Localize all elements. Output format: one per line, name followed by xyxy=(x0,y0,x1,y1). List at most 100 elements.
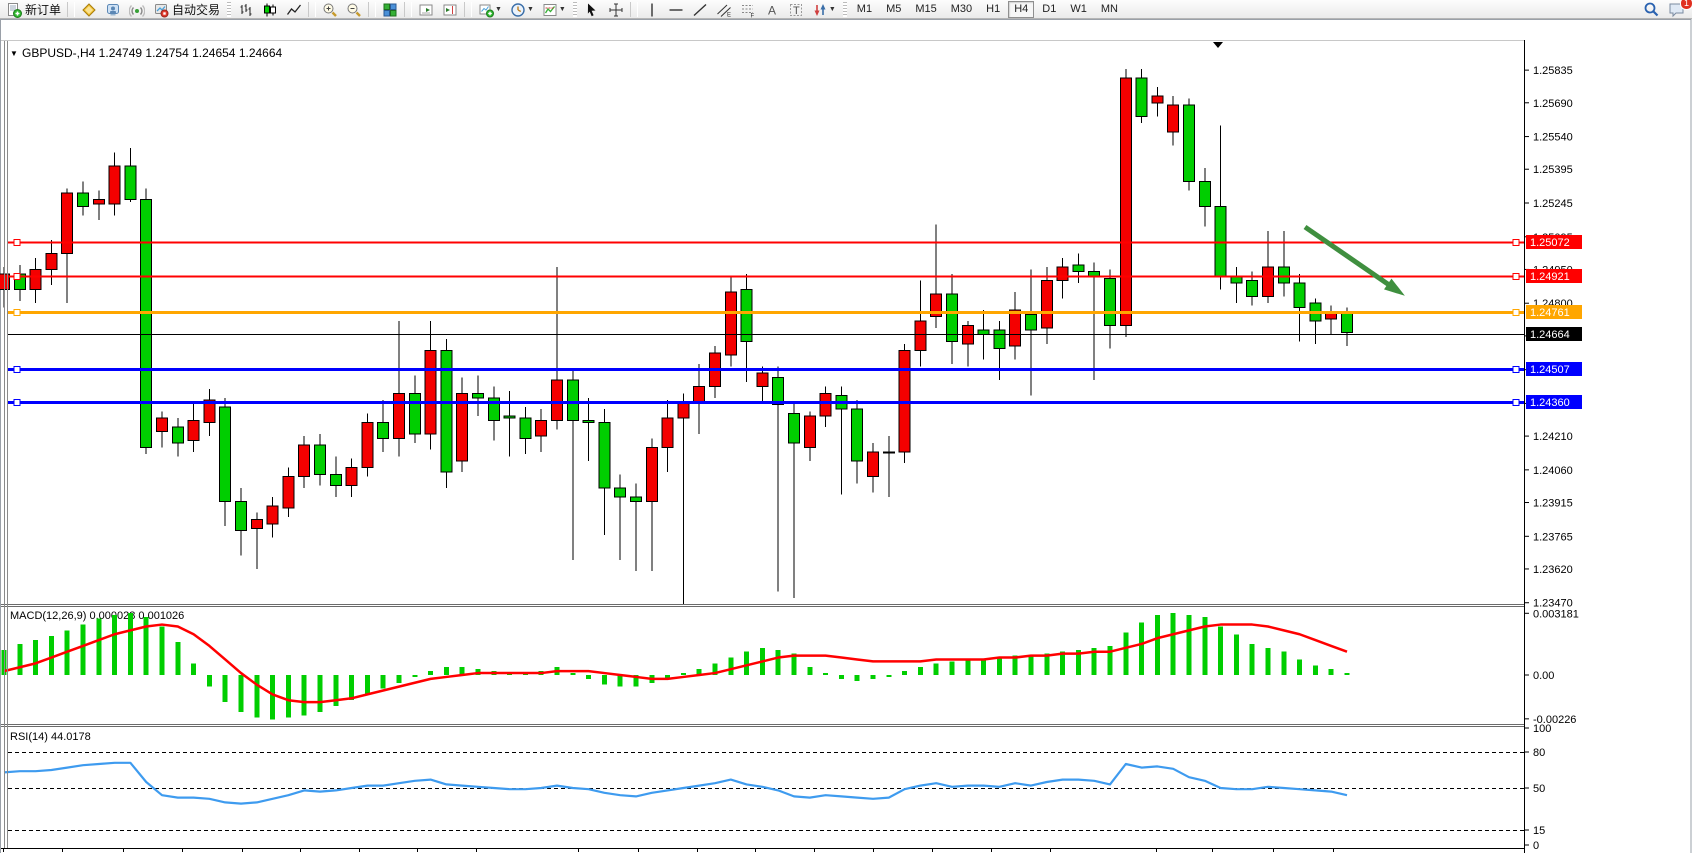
vertical-line-button[interactable] xyxy=(641,0,663,19)
price-tick: 1.25245 xyxy=(1533,198,1573,210)
separator xyxy=(368,2,376,17)
line-chart-button[interactable] xyxy=(283,0,305,19)
rsi-tick: 0 xyxy=(1533,840,1539,852)
channel-button[interactable]: E xyxy=(713,0,735,19)
timeframe-h4[interactable]: H4 xyxy=(1008,1,1034,18)
channel-icon: E xyxy=(716,2,732,18)
signals-button[interactable] xyxy=(126,0,148,19)
svg-text:T: T xyxy=(793,5,800,17)
separator xyxy=(630,2,638,17)
candlestick-button[interactable] xyxy=(259,0,281,19)
signals-icon xyxy=(129,2,145,18)
separator xyxy=(404,2,412,17)
toolbar-grip xyxy=(227,2,231,17)
chart-title: GBPUSD-,H4 1.24749 1.24754 1.24654 1.246… xyxy=(22,46,283,60)
svg-text:1.24921: 1.24921 xyxy=(1530,271,1570,283)
text-label-button[interactable]: T xyxy=(785,0,807,19)
trendline-icon xyxy=(692,2,708,18)
zoom-in-icon xyxy=(322,2,338,18)
vertical-line-icon xyxy=(644,2,660,18)
text-label-icon: T xyxy=(788,2,804,18)
tile-windows-button[interactable] xyxy=(379,0,401,19)
line-handle[interactable] xyxy=(1513,240,1519,246)
rsi-tick: 50 xyxy=(1533,783,1545,795)
chart-shift-button[interactable] xyxy=(439,0,461,19)
terminal-button[interactable] xyxy=(102,0,124,19)
chart-canvas[interactable]: MACD(12,26,9) 0.000028 0.001026RSI(14) 4… xyxy=(0,19,1692,853)
trendline-button[interactable] xyxy=(689,0,711,19)
timeframe-m5[interactable]: M5 xyxy=(880,1,907,18)
zoom-in-button[interactable] xyxy=(319,0,341,19)
cursor-icon xyxy=(584,2,600,18)
dropdown-caret: ▼ xyxy=(527,6,534,13)
new-order-button[interactable]: 新订单 xyxy=(3,0,64,19)
price-tick: 1.25540 xyxy=(1533,132,1573,144)
templates-icon xyxy=(542,2,558,18)
shapes-button[interactable]: ▼ xyxy=(809,0,839,19)
symbol-dropdown-icon[interactable]: ▼ xyxy=(10,49,18,58)
macd-tick: 0.003181 xyxy=(1533,608,1579,620)
svg-text:1.24507: 1.24507 xyxy=(1530,364,1570,376)
horizontal-line-icon xyxy=(668,2,684,18)
timeframe-m15[interactable]: M15 xyxy=(909,1,942,18)
indicators-button[interactable]: ▼ xyxy=(475,0,505,19)
timeframe-w1[interactable]: W1 xyxy=(1064,1,1093,18)
svg-text:A: A xyxy=(768,3,776,17)
toolbar-grip xyxy=(843,2,847,17)
templates-button[interactable]: ▼ xyxy=(539,0,569,19)
chat-button[interactable]: 1 xyxy=(1665,0,1689,19)
crosshair-icon xyxy=(608,2,624,18)
line-handle[interactable] xyxy=(14,367,20,373)
text-button[interactable]: A xyxy=(761,0,783,19)
zoom-out-button[interactable] xyxy=(343,0,365,19)
line-handle[interactable] xyxy=(14,274,20,280)
line-handle[interactable] xyxy=(14,310,20,316)
metaeditor-button[interactable] xyxy=(78,0,100,19)
mt4-window: { "toolbar": { "new_order_label": "新订单",… xyxy=(0,0,1692,853)
search-icon xyxy=(1643,1,1660,18)
crosshair-button[interactable] xyxy=(605,0,627,19)
horizontal-line-button[interactable] xyxy=(665,0,687,19)
periods-button[interactable]: ▼ xyxy=(507,0,537,19)
shapes-arrows-icon xyxy=(812,2,828,18)
chart-shift-icon xyxy=(442,2,458,18)
rsi-tick: 100 xyxy=(1533,723,1551,735)
toolbar-right-group: 1 xyxy=(1639,0,1690,19)
search-button[interactable] xyxy=(1640,0,1663,19)
macd-tick: 0.00 xyxy=(1533,670,1554,682)
line-handle[interactable] xyxy=(14,400,20,406)
price-tick: 1.25690 xyxy=(1533,98,1573,110)
timeframe-m30[interactable]: M30 xyxy=(945,1,978,18)
tile-windows-icon xyxy=(382,2,398,18)
dropdown-caret: ▼ xyxy=(559,6,566,13)
svg-text:1.24664: 1.24664 xyxy=(1530,329,1570,341)
line-handle[interactable] xyxy=(1513,400,1519,406)
svg-text:1.24360: 1.24360 xyxy=(1530,397,1570,409)
price-tick: 1.23915 xyxy=(1533,498,1573,510)
autotrading-label: 自动交易 xyxy=(172,1,220,18)
line-handle[interactable] xyxy=(1513,274,1519,280)
timeframe-group: M1M5M15M30H1H4D1W1MN xyxy=(850,1,1125,18)
separator xyxy=(308,2,316,17)
timeframe-h1[interactable]: H1 xyxy=(980,1,1006,18)
price-tick: 1.24060 xyxy=(1533,465,1573,477)
line-chart-icon xyxy=(286,2,302,18)
chat-badge: 1 xyxy=(1680,0,1692,10)
line-handle[interactable] xyxy=(14,240,20,246)
line-handle[interactable] xyxy=(1513,310,1519,316)
cursor-button[interactable] xyxy=(581,0,603,19)
autotrading-icon xyxy=(153,2,169,18)
timeframe-d1[interactable]: D1 xyxy=(1036,1,1062,18)
svg-text:1.25072: 1.25072 xyxy=(1530,237,1570,249)
chart-panel[interactable]: MACD(12,26,9) 0.000028 0.001026RSI(14) 4… xyxy=(0,19,1692,853)
metaeditor-icon xyxy=(81,2,97,18)
autotrading-button[interactable]: 自动交易 xyxy=(150,0,223,19)
bar-chart-button[interactable] xyxy=(235,0,257,19)
price-tick: 1.25395 xyxy=(1533,164,1573,176)
fibonacci-button[interactable]: F xyxy=(737,0,759,19)
timeframe-mn[interactable]: MN xyxy=(1095,1,1124,18)
auto-scroll-button[interactable] xyxy=(415,0,437,19)
zoom-out-icon xyxy=(346,2,362,18)
line-handle[interactable] xyxy=(1513,367,1519,373)
timeframe-m1[interactable]: M1 xyxy=(851,1,878,18)
